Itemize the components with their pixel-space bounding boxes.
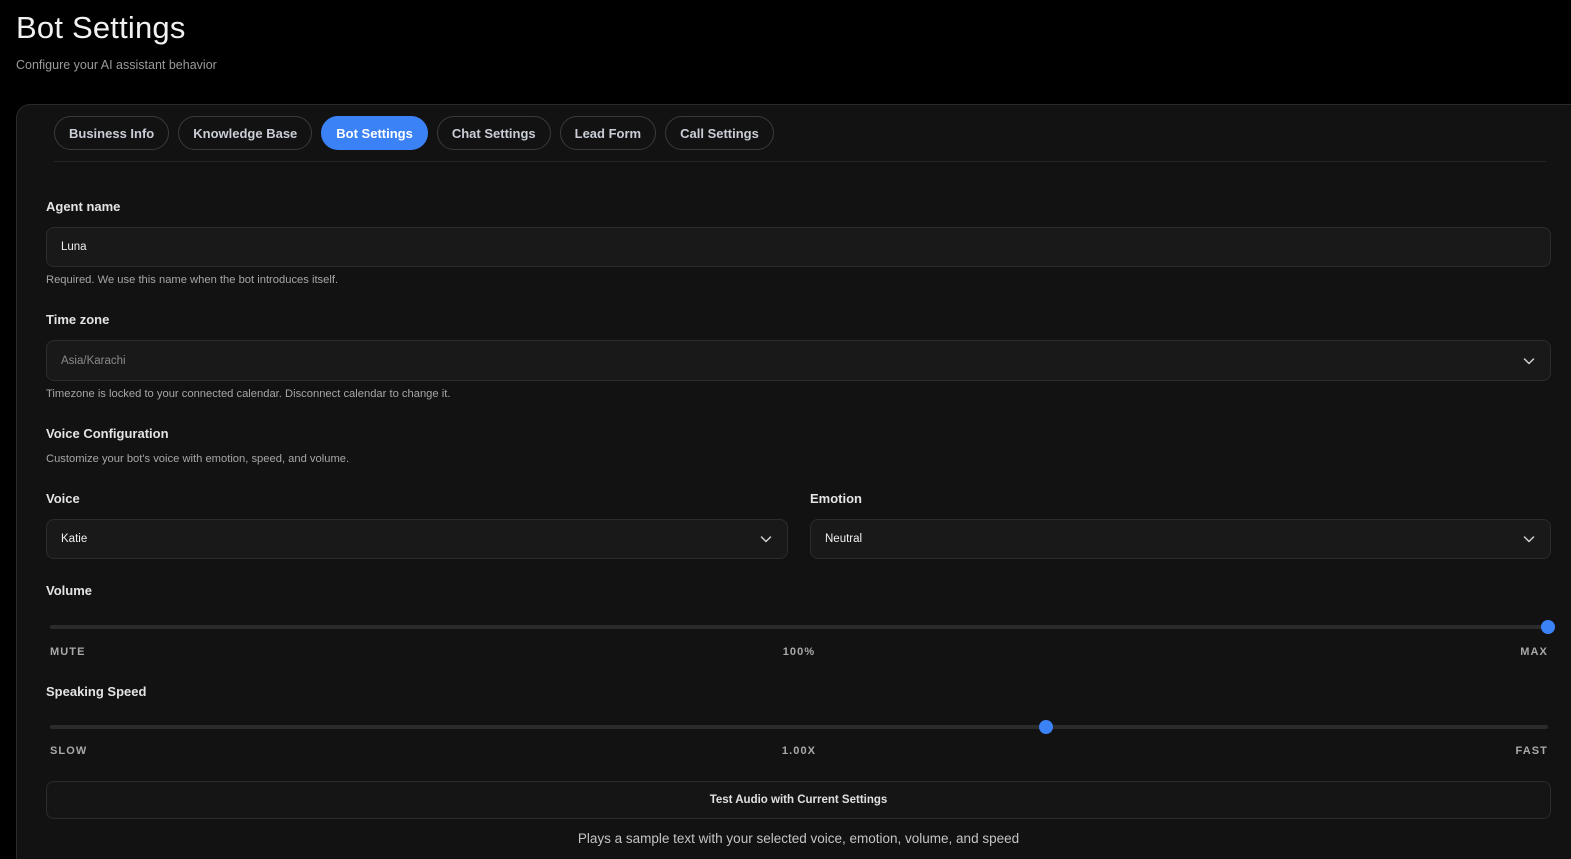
time-zone-value: Asia/Karachi [61,354,126,367]
speed-value-label: 1.00X [781,745,817,757]
tab-chat-settings[interactable]: Chat Settings [436,116,551,150]
agent-name-hint: Required. We use this name when the bot … [46,274,339,286]
voice-config-description: Customize your bot's voice with emotion,… [46,453,350,465]
agent-name-label: Agent name [46,199,121,214]
test-audio-button[interactable]: Test Audio with Current Settings [46,781,1551,819]
volume-track [50,625,1548,629]
chevron-down-icon [1523,536,1535,543]
volume-value-label: 100% [782,646,816,658]
volume-label: Volume [46,583,92,598]
tab-bot-settings[interactable]: Bot Settings [321,116,428,150]
voice-label: Voice [46,491,80,506]
voice-select[interactable]: Katie [46,519,788,559]
chevron-down-icon [760,536,772,543]
volume-slider[interactable] [50,619,1555,635]
test-audio-note: Plays a sample text with your selected v… [577,831,1020,846]
tabs-divider [54,161,1546,162]
speed-min-label: SLOW [50,745,88,757]
speed-track [50,725,1548,729]
speed-thumb[interactable] [1039,720,1054,734]
voice-config-heading: Voice Configuration [46,426,169,441]
tab-knowledge-base[interactable]: Knowledge Base [178,116,313,150]
emotion-select[interactable]: Neutral [810,519,1551,559]
page-subtitle: Configure your AI assistant behavior [16,58,217,72]
tab-call-settings[interactable]: Call Settings [665,116,774,150]
volume-min-label: MUTE [50,646,86,658]
voice-value: Katie [61,533,88,545]
volume-thumb[interactable] [1541,620,1555,634]
time-zone-label: Time zone [46,312,110,327]
agent-name-value: Luna [61,241,87,253]
emotion-label: Emotion [810,491,862,506]
time-zone-hint: Timezone is locked to your connected cal… [46,388,451,400]
tab-lead-form[interactable]: Lead Form [559,116,657,150]
settings-panel: Business Info Knowledge Base Bot Setting… [16,104,1571,859]
volume-max-label: MAX [1520,646,1548,658]
speed-slider[interactable] [50,719,1548,735]
tab-bar: Business Info Knowledge Base Bot Setting… [54,116,774,150]
speed-label: Speaking Speed [46,684,147,699]
chevron-down-icon [1523,357,1535,364]
agent-name-input[interactable]: Luna [46,227,1551,267]
page-title: Bot Settings [16,10,186,45]
emotion-value: Neutral [825,533,863,545]
tab-business-info[interactable]: Business Info [54,116,170,150]
speed-max-label: FAST [1515,745,1548,757]
time-zone-select: Asia/Karachi [46,340,1551,381]
